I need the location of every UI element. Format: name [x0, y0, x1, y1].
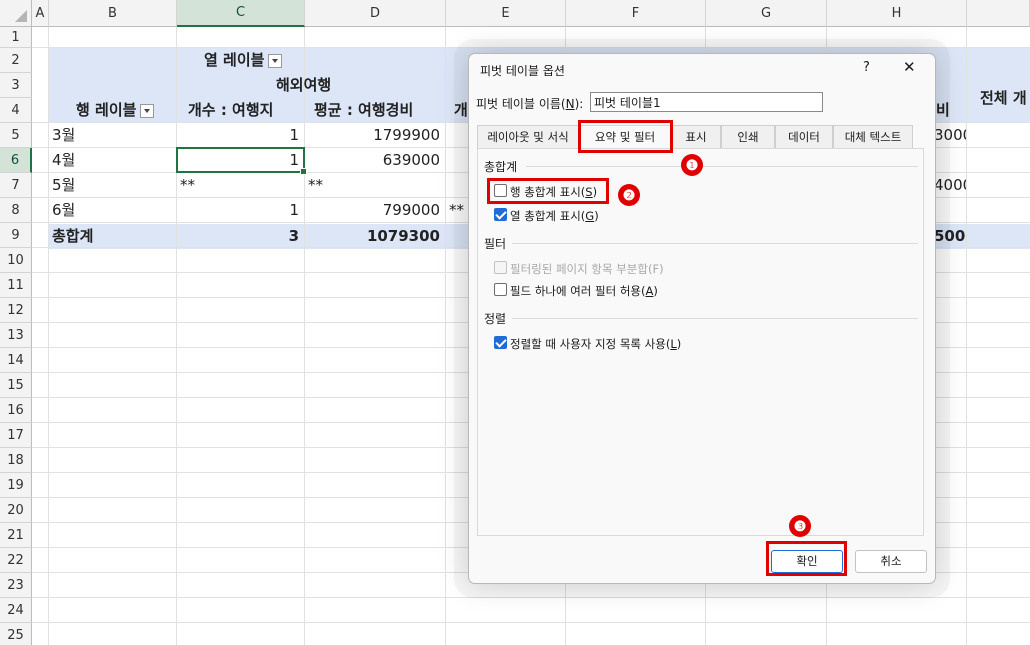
col-header-C[interactable]: C — [177, 0, 305, 27]
col-header-A[interactable]: A — [32, 0, 49, 27]
pivot-avg: 799000 — [382, 201, 440, 219]
cancel-button[interactable]: 취소 — [855, 550, 927, 573]
use-custom-lists-label[interactable]: 정렬할 때 사용자 지정 목록 사용(L) — [510, 336, 681, 352]
pivot-name-input[interactable] — [590, 92, 823, 112]
row-header-6[interactable]: 6 — [0, 148, 32, 173]
pivot-row-label: 3월 — [52, 126, 76, 144]
pivot-row-label: 4월 — [52, 151, 76, 169]
highlight-tab — [578, 120, 673, 153]
pivot-h-header: 비 — [936, 101, 950, 119]
pivot-total-header: 전체 개 — [980, 89, 1027, 107]
highlight-ok-button — [766, 541, 847, 576]
row-header-4[interactable]: 4 — [0, 98, 32, 123]
pivot-count: 1 — [289, 126, 299, 144]
row-filter-dropdown[interactable] — [140, 103, 155, 118]
col-header-E[interactable]: E — [446, 0, 566, 27]
tab-display[interactable]: 표시 — [671, 125, 721, 149]
step-badge-2: ❷ — [618, 184, 640, 206]
col-header-G[interactable]: G — [706, 0, 827, 27]
help-button[interactable]: ? — [863, 60, 870, 75]
row-header-25[interactable]: 25 — [0, 623, 32, 645]
pivot-avg: 1799900 — [373, 126, 440, 144]
pivot-name-label: 피벗 테이블 이름(N): — [476, 97, 584, 111]
show-col-grand-totals-checkbox[interactable] — [494, 208, 507, 221]
close-button[interactable]: ✕ — [903, 58, 916, 76]
allow-multiple-filters-label[interactable]: 필드 하나에 여러 필터 허용(A) — [510, 283, 658, 299]
tab-layout-format[interactable]: 레이아웃 및 서식 — [477, 125, 579, 149]
pivot-row-label: 5월 — [52, 176, 76, 194]
pivot-group-label: 해외여행 — [276, 76, 332, 94]
tab-panel-totals-filters: 총합계 행 총합계 표시(S) 열 총합계 표시(G) 필터 필터링된 페이지 … — [477, 148, 924, 536]
col-header-next[interactable] — [967, 0, 1030, 27]
use-custom-lists-checkbox[interactable] — [494, 336, 507, 349]
row-header-17[interactable]: 17 — [0, 423, 32, 448]
step-badge-1: ❶ — [681, 154, 703, 176]
select-all-corner[interactable] — [0, 0, 32, 27]
pivot-total-avg: 1079300 — [366, 227, 440, 245]
subtotal-filtered-items-checkbox — [494, 261, 507, 274]
col-header-D[interactable]: D — [305, 0, 446, 27]
group-grand-totals: 총합계 — [484, 160, 518, 174]
row-header-1[interactable]: 1 — [0, 27, 32, 48]
pivot-row-labels: 행 레이블 — [76, 98, 186, 123]
row-header-20[interactable]: 20 — [0, 498, 32, 523]
row-header-5[interactable]: 5 — [0, 123, 32, 148]
step-badge-3: ❸ — [789, 515, 811, 537]
pivot-row-label: 6월 — [52, 201, 76, 219]
show-col-grand-totals-label[interactable]: 열 총합계 표시(G) — [510, 208, 599, 224]
row-header-15[interactable]: 15 — [0, 373, 32, 398]
pivot-total-count: 3 — [288, 227, 299, 245]
pivot-count: ** — [180, 176, 195, 194]
subtotal-filtered-items-label: 필터링된 페이지 항목 부분합(F) — [510, 262, 664, 276]
pivot-e-value: ** — [449, 201, 464, 219]
row-header-24[interactable]: 24 — [0, 598, 32, 623]
tab-alt-text[interactable]: 대체 텍스트 — [833, 125, 913, 149]
pivot-total-label: 총합계 — [52, 227, 94, 245]
row-header-3[interactable]: 3 — [0, 73, 32, 98]
col-header-H[interactable]: H — [827, 0, 967, 27]
row-header-18[interactable]: 18 — [0, 448, 32, 473]
row-header-23[interactable]: 23 — [0, 573, 32, 598]
row-header-13[interactable]: 13 — [0, 323, 32, 348]
pivot-count: 1 — [289, 201, 299, 219]
col-header-B[interactable]: B — [49, 0, 177, 27]
pivot-count-header: 개수 : 여행지 — [188, 101, 274, 119]
pivot-options-dialog: 피벗 테이블 옵션 ? ✕ 피벗 테이블 이름(N): 레이아웃 및 서식 요약… — [468, 53, 936, 584]
row-header-10[interactable]: 10 — [0, 248, 32, 273]
pivot-avg: ** — [308, 176, 323, 194]
pivot-avg: 639000 — [382, 151, 440, 169]
row-header-12[interactable]: 12 — [0, 298, 32, 323]
col-filter-dropdown[interactable] — [268, 53, 283, 68]
pivot-col-labels: 열 레이블 — [204, 48, 324, 73]
row-header-22[interactable]: 22 — [0, 548, 32, 573]
highlight-row-total-option — [487, 178, 609, 204]
row-header-21[interactable]: 21 — [0, 523, 32, 548]
group-sorting: 정렬 — [484, 312, 507, 326]
allow-multiple-filters-checkbox[interactable] — [494, 283, 507, 296]
row-header-7[interactable]: 7 — [0, 173, 32, 198]
row-header-14[interactable]: 14 — [0, 348, 32, 373]
dialog-title: 피벗 테이블 옵션 — [480, 64, 565, 78]
row-header-2[interactable]: 2 — [0, 48, 32, 73]
group-filters: 필터 — [484, 237, 507, 251]
tab-data[interactable]: 데이터 — [775, 125, 833, 149]
dialog-tabs: 레이아웃 및 서식 요약 및 필터 표시 인쇄 데이터 대체 텍스트 — [477, 125, 913, 149]
row-header-19[interactable]: 19 — [0, 473, 32, 498]
row-header-8[interactable]: 8 — [0, 198, 32, 223]
row-header-9[interactable]: 9 — [0, 223, 32, 248]
tab-printing[interactable]: 인쇄 — [721, 125, 775, 149]
row-header-11[interactable]: 11 — [0, 273, 32, 298]
col-header-F[interactable]: F — [566, 0, 706, 27]
row-header-16[interactable]: 16 — [0, 398, 32, 423]
pivot-avg-header: 평균 : 여행경비 — [314, 101, 414, 119]
active-cell-C6[interactable] — [176, 147, 307, 175]
